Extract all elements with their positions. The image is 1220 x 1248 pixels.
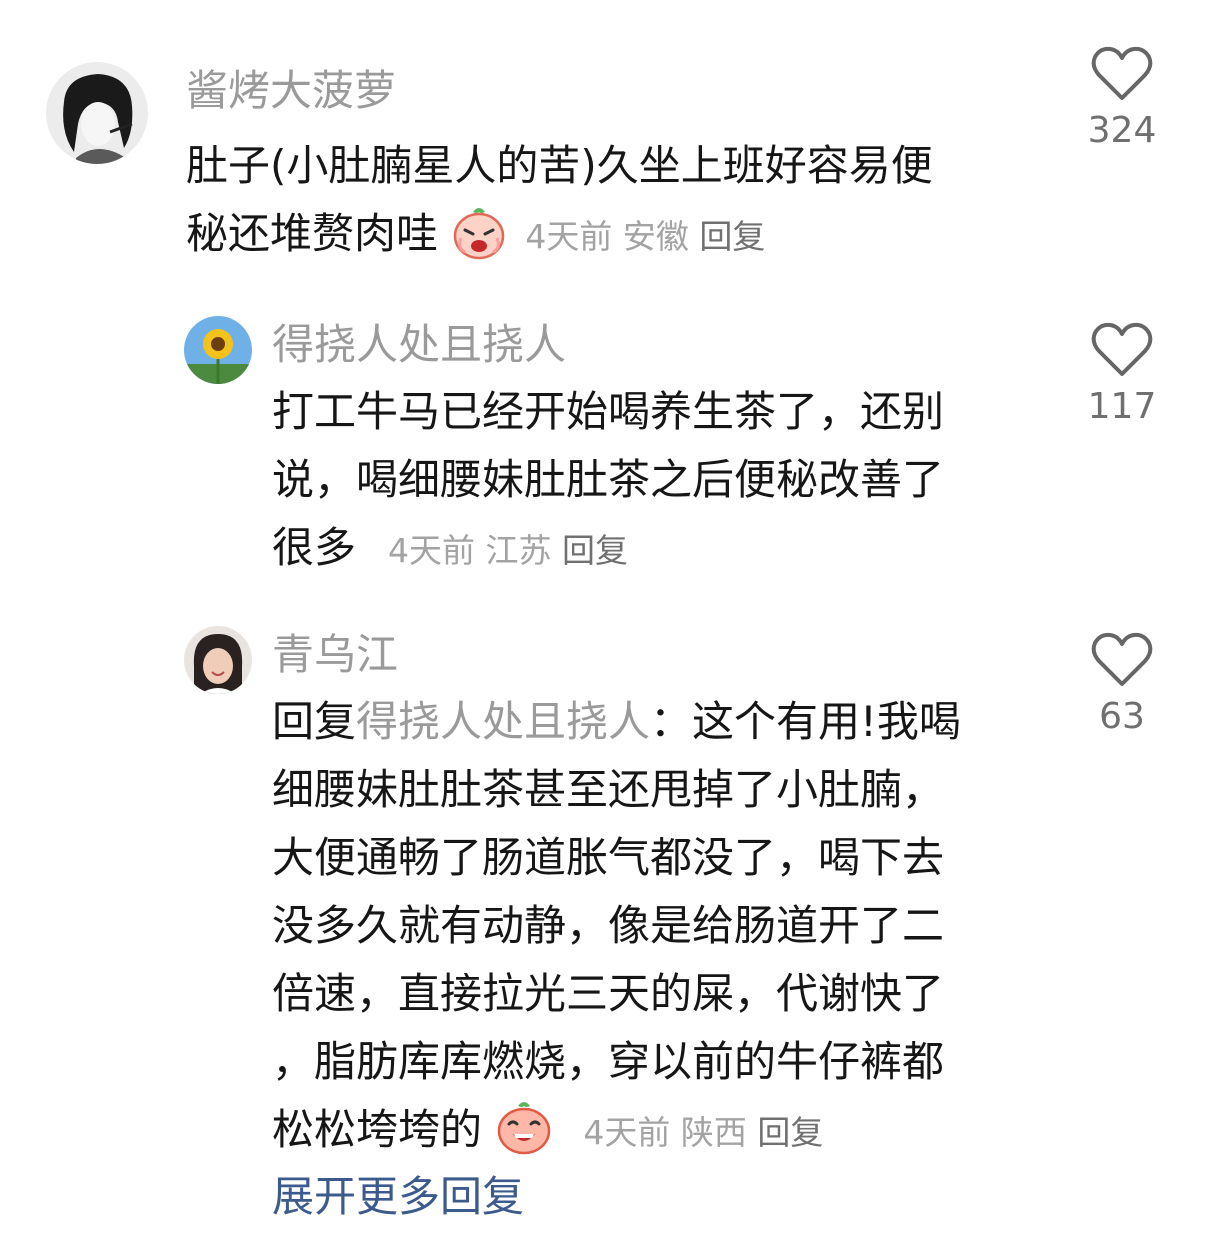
comment-line: 很多 <box>272 523 357 572</box>
comment-text: 回复得挠人处且挠人：这个有用!我喝 细腰妹肚肚茶甚至还甩掉了小肚腩， 大便通畅了… <box>272 688 1062 1176</box>
comment-meta: 4天前 安徽 回复 <box>525 217 765 256</box>
comment-time: 4天前 <box>388 531 476 570</box>
comment-line: 这个有用!我喝 <box>692 697 961 746</box>
like-button[interactable]: 324 <box>1062 46 1182 151</box>
comment-line: ，脂肪库库燃烧，穿以前的牛仔裤都 <box>272 1037 945 1086</box>
comment-text: 打工牛马已经开始喝养生茶了，还别 说，喝细腰妹肚肚茶之后便秘改善了 很多 4天前 … <box>272 378 1052 585</box>
reply-button[interactable]: 回复 <box>757 1113 823 1152</box>
reply-target-username[interactable]: 得挠人处且挠人 <box>356 697 650 746</box>
comment-line: 没多久就有动静，像是给肠道开了二 <box>272 901 945 950</box>
avatar[interactable] <box>184 316 252 384</box>
comment-meta: 4天前 江苏 回复 <box>388 531 628 570</box>
avatar[interactable] <box>46 62 148 164</box>
comment-line: 说，喝细腰妹肚肚茶之后便秘改善了 <box>272 455 945 504</box>
username[interactable]: 青乌江 <box>272 634 398 676</box>
comment-line: 秘还堆赘肉哇 <box>186 209 439 258</box>
like-button[interactable]: 63 <box>1062 632 1182 737</box>
comment-line: 松松垮垮的 <box>272 1105 483 1154</box>
like-count: 117 <box>1087 386 1157 427</box>
comment-line-last: 松松垮垮的 4天前 陕西 回复 <box>272 1096 1062 1176</box>
comment-location: 陕西 <box>680 1113 747 1152</box>
avatar[interactable] <box>184 626 252 694</box>
username[interactable]: 酱烤大菠萝 <box>186 70 396 112</box>
comment-line: 回复得挠人处且挠人：这个有用!我喝 <box>272 688 1062 756</box>
like-count: 63 <box>1099 696 1145 737</box>
laughing-peach-emoji <box>495 1098 553 1176</box>
comment-line: 大便通畅了肠道胀气都没了，喝下去 <box>272 833 945 882</box>
comment-line: 倍速，直接拉光三天的屎，代谢快了 <box>272 969 945 1018</box>
comment-line-last: 秘还堆赘肉哇 4天前 安徽 回复 <box>186 200 1036 280</box>
reply-button[interactable]: 回复 <box>562 531 628 570</box>
comment-time: 4天前 <box>583 1113 671 1152</box>
reply-prefix: 回复 <box>272 697 357 746</box>
comment-meta: 4天前 陕西 回复 <box>583 1113 823 1152</box>
heart-icon[interactable] <box>1091 632 1153 688</box>
comment-line: 打工牛马已经开始喝养生茶了，还别 <box>272 387 945 436</box>
comment-line: 肚子(小肚腩星人的苦)久坐上班好容易便 <box>186 141 933 190</box>
crying-peach-emoji <box>451 204 507 280</box>
expand-more-replies-button[interactable]: 展开更多回复 <box>272 1176 524 1218</box>
heart-icon[interactable] <box>1091 46 1153 102</box>
heart-icon[interactable] <box>1091 322 1153 378</box>
like-button[interactable]: 117 <box>1062 322 1182 427</box>
comment-time: 4天前 <box>525 217 613 256</box>
comment-location: 安徽 <box>622 217 689 256</box>
comment-location: 江苏 <box>485 531 552 570</box>
comment-text: 肚子(小肚腩星人的苦)久坐上班好容易便 秘还堆赘肉哇 4天前 安徽 回复 <box>186 132 1036 280</box>
comment-line: 细腰妹肚肚茶甚至还甩掉了小肚腩， <box>272 765 945 814</box>
username[interactable]: 得挠人处且挠人 <box>272 324 566 366</box>
like-count: 324 <box>1087 110 1157 151</box>
reply-colon: ： <box>650 697 693 746</box>
comment-line-last: 很多 4天前 江苏 回复 <box>272 514 1052 585</box>
reply-button[interactable]: 回复 <box>699 217 765 256</box>
